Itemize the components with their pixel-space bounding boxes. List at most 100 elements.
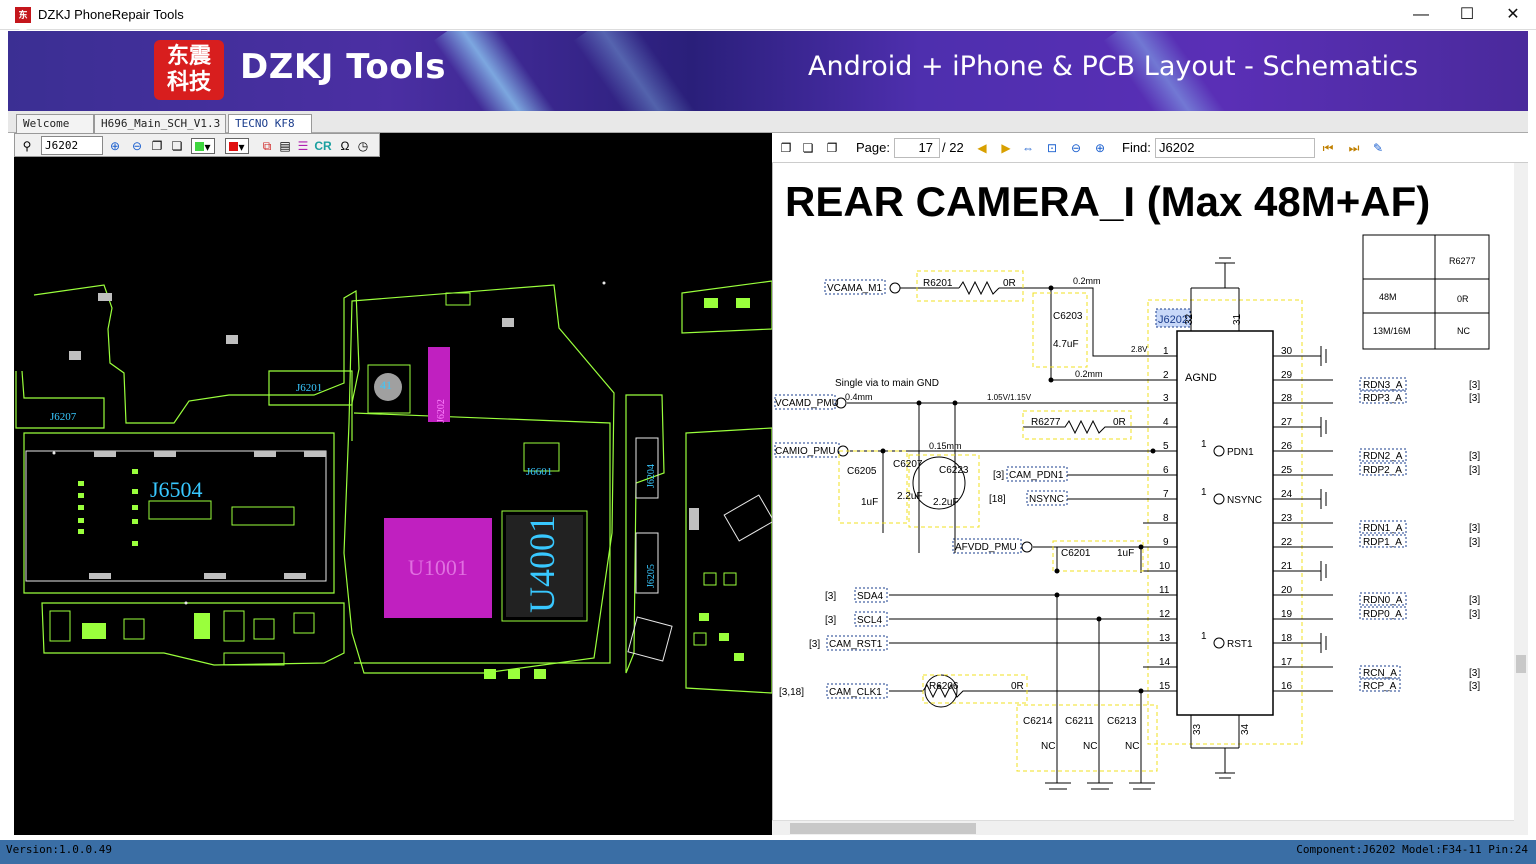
clock-icon[interactable]: ◷ [355, 138, 371, 154]
svg-text:R6206: R6206 [929, 681, 959, 692]
svg-text:0R: 0R [1003, 278, 1016, 289]
zoom-out-icon[interactable]: ⊖ [129, 138, 145, 154]
svg-text:11: 11 [1159, 585, 1170, 596]
doc-icon[interactable]: ▤ [277, 138, 293, 154]
svg-text:[3]: [3] [1469, 595, 1480, 606]
svg-text:1: 1 [1201, 631, 1207, 642]
svg-text:1: 1 [1163, 346, 1169, 357]
svg-text:C6207: C6207 [893, 459, 923, 470]
pcb-layout-view[interactable]: J6504 J6201 J6207 J6601 41 U1001 U4001 J… [14, 133, 772, 835]
net-afvdd: AFVDD_PMU [955, 542, 1017, 553]
svg-text:2.8V: 2.8V [1131, 345, 1148, 354]
layers-icon[interactable]: ⧉ [259, 138, 275, 154]
svg-text:1: 1 [1201, 487, 1207, 498]
open-icon[interactable]: ❐ [778, 140, 794, 156]
svg-text:RDP0_A: RDP0_A [1363, 609, 1402, 620]
pcb-search-input[interactable]: J6202 [41, 136, 103, 155]
net-cam-pdn: CAM_PDN1 [1009, 470, 1064, 481]
svg-text:16: 16 [1281, 681, 1293, 692]
vertical-scrollbar[interactable] [1514, 163, 1528, 835]
document-tabbar: Welcome H696_Main_SCH_V1.3 TECNO KF8✕ [8, 111, 1528, 147]
svg-text:RCN_A: RCN_A [1363, 668, 1397, 679]
svg-text:AGND: AGND [1185, 372, 1217, 384]
copy-icon[interactable]: ❏ [800, 140, 816, 156]
svg-text:C6223: C6223 [939, 465, 969, 476]
svg-text:0R: 0R [1011, 681, 1024, 692]
svg-text:NC: NC [1041, 741, 1055, 752]
svg-text:0.15mm: 0.15mm [929, 441, 962, 451]
svg-text:13: 13 [1159, 633, 1171, 644]
svg-text:4: 4 [1163, 417, 1169, 428]
cr-button[interactable]: CR [313, 138, 333, 154]
fit-width-icon[interactable]: ⇔ [1020, 140, 1036, 156]
svg-text:21: 21 [1281, 561, 1293, 572]
svg-text:0R: 0R [1113, 417, 1126, 428]
version-text: Version:1.0.0.49 [6, 843, 112, 856]
svg-text:NSYNC: NSYNC [1227, 495, 1262, 506]
svg-text:[3]: [3] [1469, 451, 1480, 462]
find-next-icon[interactable]: ⏭ [1346, 140, 1362, 156]
list-icon[interactable]: ☰ [295, 138, 311, 154]
svg-text:[18]: [18] [989, 494, 1006, 505]
schematic-toolbar: ❐ ❏ ❐ Page: 17 / 22 ◀ ▶ ⇔ ⊡ ⊖ ⊕ Find: J6… [772, 133, 1528, 163]
brand-name: DZKJ Tools [240, 47, 446, 87]
label-j6202: J6202 [436, 399, 447, 423]
label-j6201: J6201 [296, 382, 322, 394]
svg-text:RDP2_A: RDP2_A [1363, 465, 1402, 476]
svg-text:[3]: [3] [825, 591, 836, 602]
net-scl: SCL4 [857, 615, 882, 626]
svg-text:C6211: C6211 [1065, 716, 1094, 727]
tab-welcome[interactable]: Welcome [16, 114, 94, 133]
svg-text:20: 20 [1281, 585, 1293, 596]
page-number-input[interactable]: 17 [894, 138, 940, 158]
paste-icon[interactable]: ❏ [169, 138, 185, 154]
next-page-icon[interactable]: ▶ [998, 140, 1014, 156]
svg-text:32: 32 [1184, 313, 1195, 325]
svg-text:RDN2_A: RDN2_A [1363, 451, 1403, 462]
zoom-in-icon[interactable]: ⊕ [107, 138, 123, 154]
schematic-view[interactable]: REAR CAMERA_I (Max 48M+AF) R6277 48M 0R … [772, 133, 1528, 835]
find-prev-icon[interactable]: ⏮ [1320, 140, 1336, 156]
svg-text:RCP_A: RCP_A [1363, 681, 1397, 692]
window-title: DZKJ PhoneRepair Tools [38, 7, 184, 22]
tab-h696-main-sch[interactable]: H696_Main_SCH_V1.3 [94, 114, 226, 133]
net-cam-rst: CAM_RST1 [829, 639, 883, 650]
svg-text:RST1: RST1 [1227, 639, 1253, 650]
fit-page-icon[interactable]: ⊡ [1044, 140, 1060, 156]
paste-icon[interactable]: ❐ [824, 140, 840, 156]
search-icon[interactable]: ⚲ [19, 138, 35, 154]
svg-text:[3]: [3] [1469, 523, 1480, 534]
label-j6204: J6204 [646, 464, 657, 488]
component-info: Component:J6202 Model:F34-11 Pin:24 [1296, 843, 1528, 856]
highlight-icon[interactable]: ✎ [1370, 140, 1386, 156]
svg-text:29: 29 [1281, 370, 1293, 381]
label-j6601: J6601 [526, 466, 552, 478]
schematic-title: REAR CAMERA_I (Max 48M+AF) [785, 178, 1430, 225]
ohm-icon[interactable]: Ω [337, 138, 353, 154]
connector-j6202 [1176, 330, 1274, 716]
copy-icon[interactable]: ❐ [149, 138, 165, 154]
svg-text:6: 6 [1163, 465, 1169, 476]
svg-text:R6201: R6201 [923, 278, 953, 289]
schematic-canvas: REAR CAMERA_I (Max 48M+AF) R6277 48M 0R … [774, 178, 1490, 790]
color-green-dropdown[interactable]: ▾ [191, 138, 215, 154]
color-red-dropdown[interactable]: ▾ [225, 138, 249, 154]
zoom-out-icon[interactable]: ⊖ [1068, 140, 1084, 156]
close-button[interactable]: ✕ [1490, 0, 1536, 30]
svg-text:NC: NC [1125, 741, 1139, 752]
banner: 东震 科技 DZKJ Tools Android + iPhone & PCB L… [8, 31, 1528, 111]
svg-text:R6277: R6277 [1031, 417, 1061, 428]
svg-text:RDP1_A: RDP1_A [1363, 537, 1402, 548]
find-input[interactable]: J6202 [1155, 138, 1315, 158]
maximize-button[interactable]: ☐ [1444, 0, 1490, 30]
horizontal-scrollbar[interactable] [772, 820, 1514, 835]
minimize-button[interactable]: — [1398, 0, 1444, 30]
svg-text:26: 26 [1281, 441, 1293, 452]
prev-page-icon[interactable]: ◀ [974, 140, 990, 156]
zoom-in-icon[interactable]: ⊕ [1092, 140, 1108, 156]
svg-text:28: 28 [1281, 393, 1293, 404]
tab-tecno-kf8[interactable]: TECNO KF8✕ [228, 114, 312, 147]
svg-text:PDN1: PDN1 [1227, 447, 1254, 458]
svg-text:[3]: [3] [1469, 537, 1480, 548]
svg-text:7: 7 [1163, 489, 1169, 500]
